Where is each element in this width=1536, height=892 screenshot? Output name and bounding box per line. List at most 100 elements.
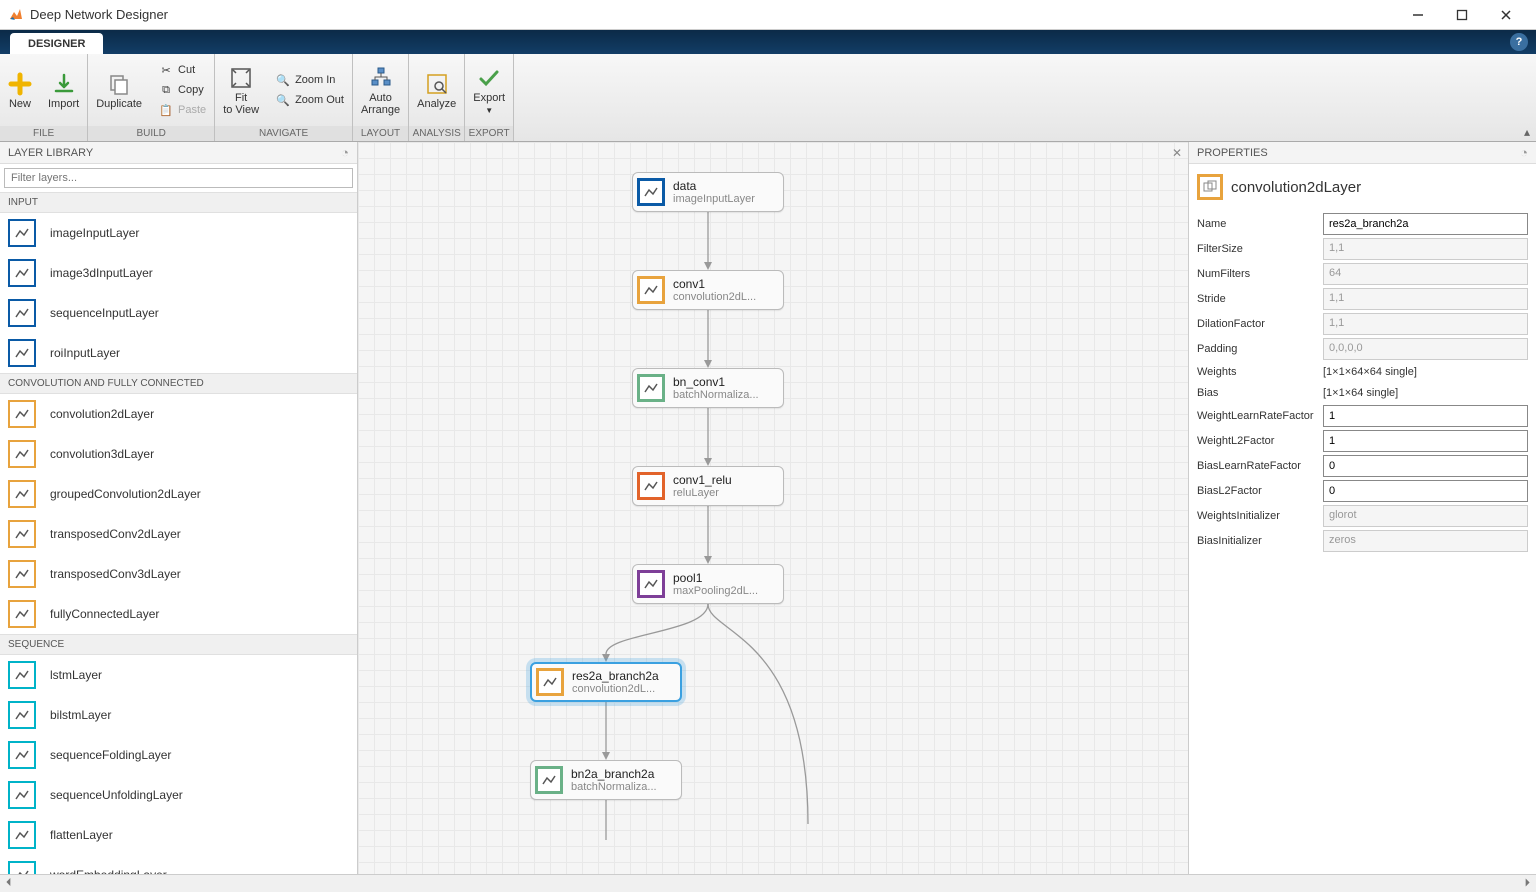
- design-canvas[interactable]: dataimageInputLayer conv1convolution2dL.…: [358, 142, 1188, 874]
- new-button[interactable]: New: [0, 54, 40, 126]
- library-item[interactable]: convolution3dLayer: [0, 434, 357, 474]
- scroll-right-icon[interactable]: ⏵: [1525, 877, 1531, 890]
- property-readonly: 1,1: [1323, 288, 1528, 310]
- duplicate-button[interactable]: Duplicate: [88, 54, 150, 126]
- layer-icon: [8, 781, 36, 809]
- property-readonly: 1,1: [1323, 313, 1528, 335]
- canvas-node[interactable]: conv1convolution2dL...: [632, 270, 784, 310]
- property-label: WeightL2Factor: [1197, 435, 1323, 447]
- window-close-button[interactable]: [1484, 1, 1528, 29]
- canvas-node[interactable]: res2a_branch2aconvolution2dL...: [530, 662, 682, 702]
- library-item[interactable]: sequenceInputLayer: [0, 293, 357, 333]
- library-item-label: convolution3dLayer: [50, 447, 154, 461]
- window-maximize-button[interactable]: [1440, 1, 1484, 29]
- canvas-node[interactable]: conv1_relureluLayer: [632, 466, 784, 506]
- library-item[interactable]: image3dInputLayer: [0, 253, 357, 293]
- property-input[interactable]: [1323, 480, 1528, 502]
- property-label: BiasLearnRateFactor: [1197, 460, 1323, 472]
- layer-icon: [8, 861, 36, 874]
- window-minimize-button[interactable]: [1396, 1, 1440, 29]
- node-name: data: [673, 179, 755, 193]
- layer-library-list[interactable]: INPUTimageInputLayerimage3dInputLayerseq…: [0, 192, 357, 874]
- property-row: WeightL2Factor: [1197, 430, 1528, 452]
- library-item[interactable]: sequenceFoldingLayer: [0, 735, 357, 775]
- library-item[interactable]: transposedConv2dLayer: [0, 514, 357, 554]
- analyze-button[interactable]: Analyze: [409, 54, 464, 126]
- zoom-out-button[interactable]: 🔍Zoom Out: [267, 90, 352, 110]
- property-row: FilterSize1,1: [1197, 238, 1528, 260]
- property-input[interactable]: [1323, 213, 1528, 235]
- window-titlebar: Deep Network Designer: [0, 0, 1536, 30]
- filter-layers-input[interactable]: [4, 168, 353, 188]
- library-item-label: sequenceFoldingLayer: [50, 748, 171, 762]
- property-label: Weights: [1197, 366, 1323, 378]
- property-label: FilterSize: [1197, 243, 1323, 255]
- library-item[interactable]: convolution2dLayer: [0, 394, 357, 434]
- library-item[interactable]: fullyConnectedLayer: [0, 594, 357, 634]
- panel-options-icon[interactable]: ◔: [341, 145, 349, 160]
- auto-arrange-button[interactable]: Auto Arrange: [353, 54, 408, 126]
- canvas-close-icon[interactable]: ✕: [1172, 146, 1182, 160]
- cut-button[interactable]: ✂Cut: [150, 60, 214, 80]
- property-label: WeightLearnRateFactor: [1197, 410, 1323, 422]
- library-item[interactable]: groupedConvolution2dLayer: [0, 474, 357, 514]
- node-type: convolution2dL...: [572, 683, 659, 695]
- canvas-node[interactable]: dataimageInputLayer: [632, 172, 784, 212]
- layer-icon: [8, 520, 36, 548]
- property-readonly: glorot: [1323, 505, 1528, 527]
- library-item[interactable]: roiInputLayer: [0, 333, 357, 373]
- import-icon: [52, 72, 76, 96]
- property-row: Weights[1×1×64×64 single]: [1197, 363, 1528, 381]
- paste-button[interactable]: 📋Paste: [150, 100, 214, 120]
- zoom-in-button[interactable]: 🔍Zoom In: [267, 70, 352, 90]
- layer-icon: [8, 219, 36, 247]
- property-label: Stride: [1197, 293, 1323, 305]
- node-icon: [637, 374, 665, 402]
- plus-icon: [8, 72, 32, 96]
- library-item-label: flattenLayer: [50, 828, 113, 842]
- library-item[interactable]: flattenLayer: [0, 815, 357, 855]
- collapse-ribbon-button[interactable]: ▴: [1518, 54, 1536, 141]
- properties-header: PROPERTIES ◔: [1189, 142, 1536, 164]
- window-title: Deep Network Designer: [30, 7, 1396, 22]
- export-button[interactable]: Export▼: [465, 54, 513, 126]
- property-label: Padding: [1197, 343, 1323, 355]
- property-input[interactable]: [1323, 455, 1528, 477]
- ribbon-strip: DESIGNER ?: [0, 30, 1536, 54]
- fit-to-view-button[interactable]: Fit to View: [215, 54, 267, 126]
- canvas-node[interactable]: bn_conv1batchNormaliza...: [632, 368, 784, 408]
- property-input[interactable]: [1323, 430, 1528, 452]
- property-input[interactable]: [1323, 405, 1528, 427]
- library-item-label: sequenceInputLayer: [50, 306, 159, 320]
- copy-button[interactable]: ⧉Copy: [150, 80, 214, 100]
- import-button[interactable]: Import: [40, 54, 87, 126]
- library-item-label: transposedConv2dLayer: [50, 527, 181, 541]
- group-label-file: FILE: [0, 126, 87, 141]
- node-type: maxPooling2dL...: [673, 585, 758, 597]
- property-row: BiasInitializerzeros: [1197, 530, 1528, 552]
- group-label-build: BUILD: [88, 126, 214, 141]
- properties-panel: PROPERTIES ◔ convolution2dLayer NameFilt…: [1188, 142, 1536, 874]
- help-icon[interactable]: ?: [1510, 33, 1528, 51]
- canvas-node[interactable]: pool1maxPooling2dL...: [632, 564, 784, 604]
- library-item[interactable]: transposedConv3dLayer: [0, 554, 357, 594]
- library-category-header: CONVOLUTION AND FULLY CONNECTED: [0, 373, 357, 394]
- canvas-node[interactable]: bn2a_branch2abatchNormaliza...: [530, 760, 682, 800]
- library-item[interactable]: wordEmbeddingLayer: [0, 855, 357, 874]
- selected-layer-header: convolution2dLayer: [1189, 164, 1536, 210]
- library-item-label: image3dInputLayer: [50, 266, 153, 280]
- property-row: BiasLearnRateFactor: [1197, 455, 1528, 477]
- library-item[interactable]: lstmLayer: [0, 655, 357, 695]
- property-readonly: 1,1: [1323, 238, 1528, 260]
- node-name: conv1_relu: [673, 473, 732, 487]
- library-item[interactable]: imageInputLayer: [0, 213, 357, 253]
- scroll-left-icon[interactable]: ⏴: [6, 877, 12, 890]
- layer-icon: [8, 299, 36, 327]
- group-label-navigate: NAVIGATE: [215, 126, 352, 141]
- ribbon-tab-designer[interactable]: DESIGNER: [10, 33, 103, 54]
- panel-options-icon[interactable]: ◔: [1520, 145, 1528, 160]
- library-item-label: groupedConvolution2dLayer: [50, 487, 201, 501]
- library-item[interactable]: sequenceUnfoldingLayer: [0, 775, 357, 815]
- layer-icon: [8, 400, 36, 428]
- library-item[interactable]: bilstmLayer: [0, 695, 357, 735]
